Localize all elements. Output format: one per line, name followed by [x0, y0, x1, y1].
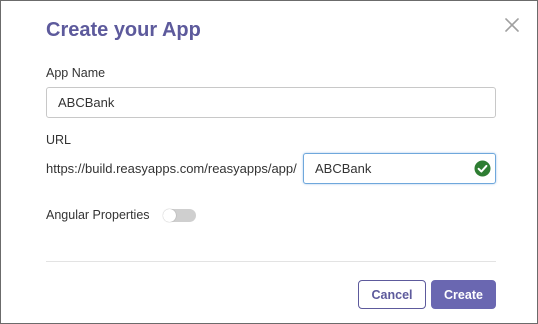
angular-properties-toggle[interactable]	[163, 209, 196, 222]
url-slug-input[interactable]	[303, 153, 496, 184]
close-button[interactable]	[503, 16, 521, 34]
cancel-button[interactable]: Cancel	[358, 280, 426, 309]
toggle-knob	[163, 209, 176, 222]
app-name-input[interactable]	[46, 87, 496, 118]
create-button[interactable]: Create	[431, 280, 496, 309]
url-prefix-text: https://build.reasyapps.com/reasyapps/ap…	[46, 161, 297, 176]
url-label: URL	[46, 133, 72, 147]
create-app-dialog: Create your App App Name URL https://bui…	[0, 0, 538, 324]
check-circle-icon	[474, 160, 491, 177]
footer-divider	[46, 261, 496, 262]
close-icon	[505, 18, 519, 32]
app-name-label: App Name	[46, 66, 106, 80]
angular-properties-label: Angular Properties	[46, 208, 150, 222]
dialog-title: Create your App	[46, 19, 201, 41]
